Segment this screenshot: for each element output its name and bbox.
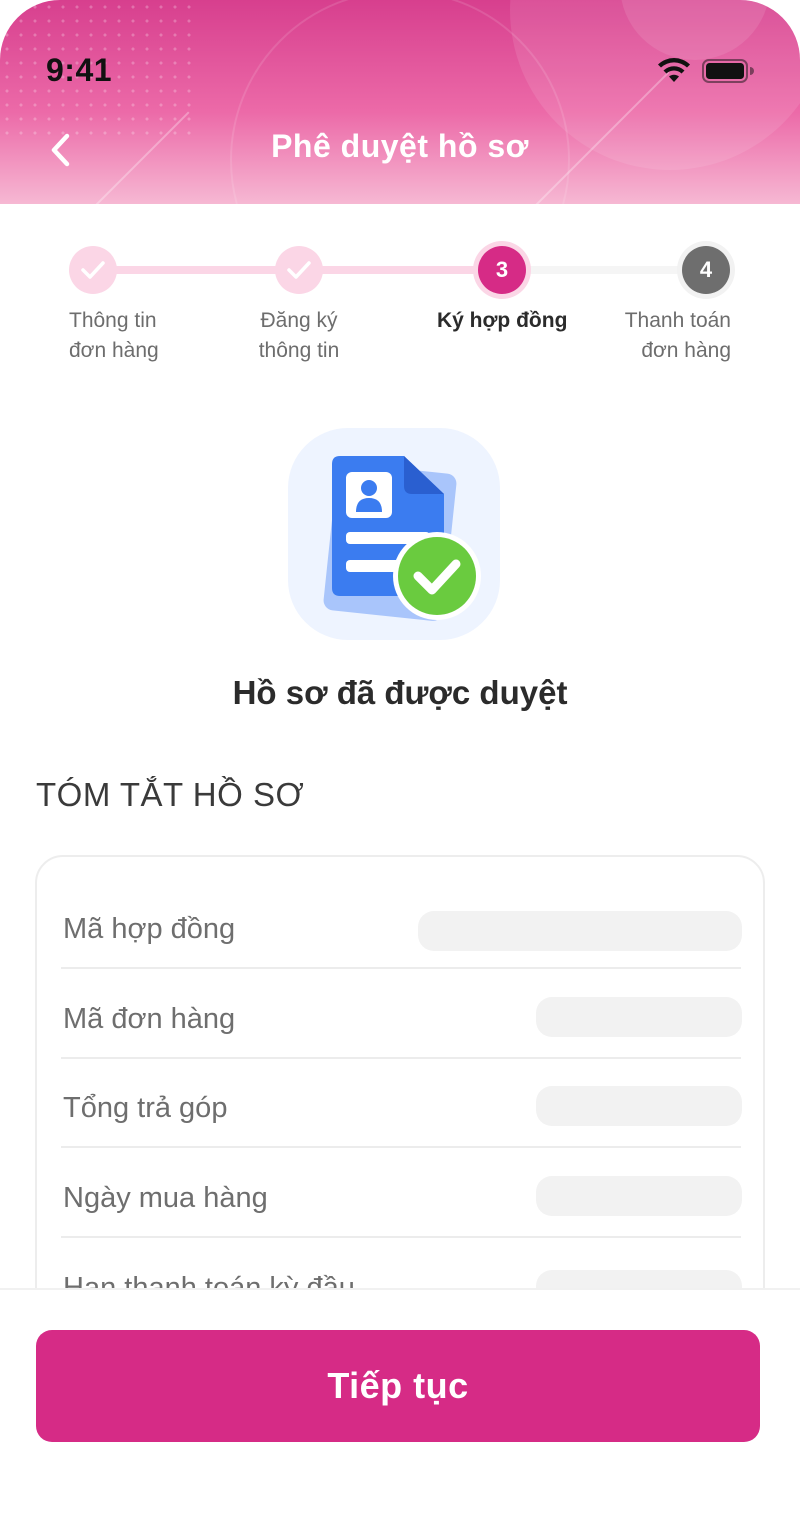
app-screen: 9:41 Phê duyệt hồ sơ Thông tin đơn hàng … xyxy=(0,0,800,1520)
bottom-action-bar: Tiếp tục xyxy=(0,1288,800,1520)
summary-row-purchase-date: Ngày mua hàng xyxy=(61,1148,742,1238)
step-4-label: Thanh toán đơn hàng xyxy=(624,309,731,362)
status-time: 9:41 xyxy=(46,52,113,88)
step-2-label: Đăng ký thông tin xyxy=(258,309,340,362)
approval-status-title: Hồ sơ đã được duyệt xyxy=(232,674,568,711)
summary-row-contract-code: Mã hợp đồng xyxy=(61,879,742,969)
status-bar: 9:41 xyxy=(0,0,800,120)
wifi-icon xyxy=(658,58,690,82)
step-3-label: Ký hợp đồng xyxy=(437,309,568,332)
summary-row-order-code: Mã đơn hàng xyxy=(61,969,742,1059)
summary-label: Tổng trả góp xyxy=(63,1092,228,1124)
check-icon xyxy=(81,261,105,279)
step-3-indicator: 3 xyxy=(478,246,526,294)
page-title: Phê duyệt hồ sơ xyxy=(271,128,529,164)
header: 9:41 Phê duyệt hồ sơ xyxy=(0,0,800,204)
value-placeholder xyxy=(536,1176,742,1216)
battery-full-icon xyxy=(702,59,754,83)
value-placeholder xyxy=(418,911,742,951)
approved-document-icon xyxy=(288,428,500,640)
summary-heading: TÓM TẮT HỒ SƠ xyxy=(36,776,305,813)
step-4-indicator: 4 xyxy=(682,246,730,294)
step-2-indicator xyxy=(275,246,323,294)
value-placeholder xyxy=(536,1086,742,1126)
stepper-line-pending xyxy=(502,266,706,274)
step-1-label: Thông tin đơn hàng xyxy=(69,309,159,362)
summary-row-total-installment: Tổng trả góp xyxy=(61,1058,742,1148)
summary-label: Ngày mua hàng xyxy=(63,1182,268,1214)
step-4-number: 4 xyxy=(699,257,713,282)
step-3-number: 3 xyxy=(495,257,509,282)
continue-button[interactable]: Tiếp tục xyxy=(36,1330,760,1442)
step-1-indicator xyxy=(69,246,117,294)
check-icon xyxy=(287,261,311,279)
summary-label: Mã hợp đồng xyxy=(63,913,236,945)
summary-label: Mã đơn hàng xyxy=(63,1003,236,1035)
progress-stepper: Thông tin đơn hàng Đăng ký thông tin 3 K… xyxy=(0,230,800,380)
value-placeholder xyxy=(536,997,742,1037)
